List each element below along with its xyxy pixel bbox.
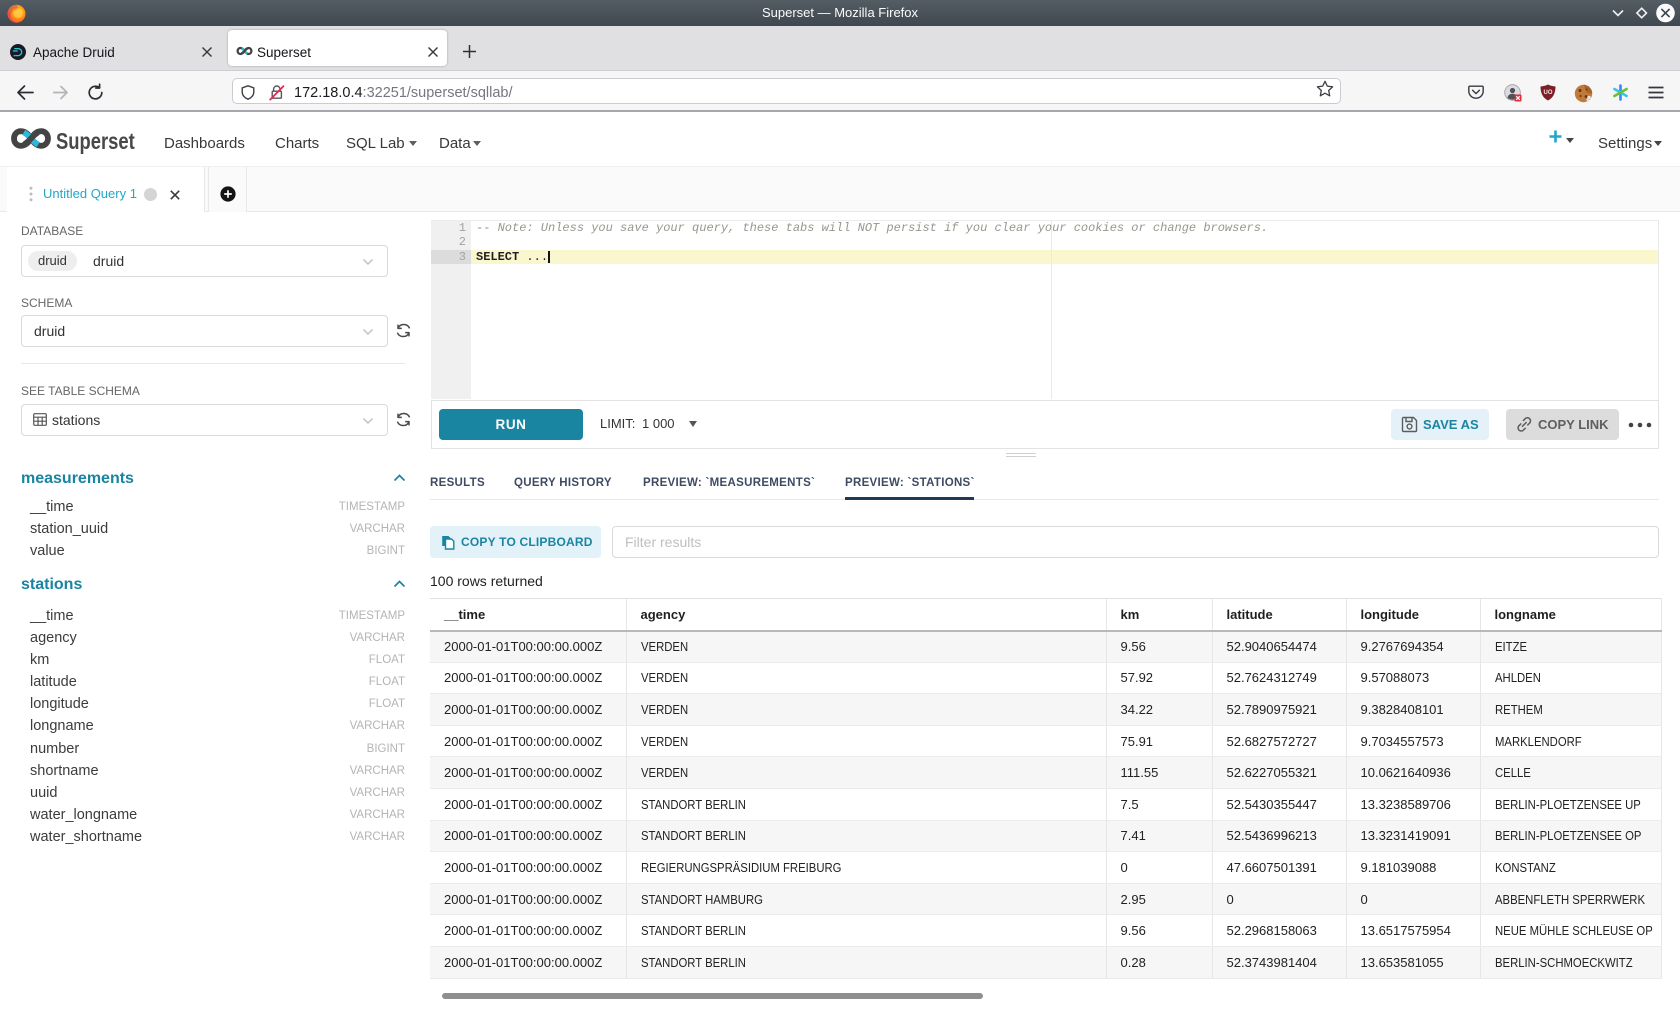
svg-text:UO: UO <box>1544 90 1553 96</box>
